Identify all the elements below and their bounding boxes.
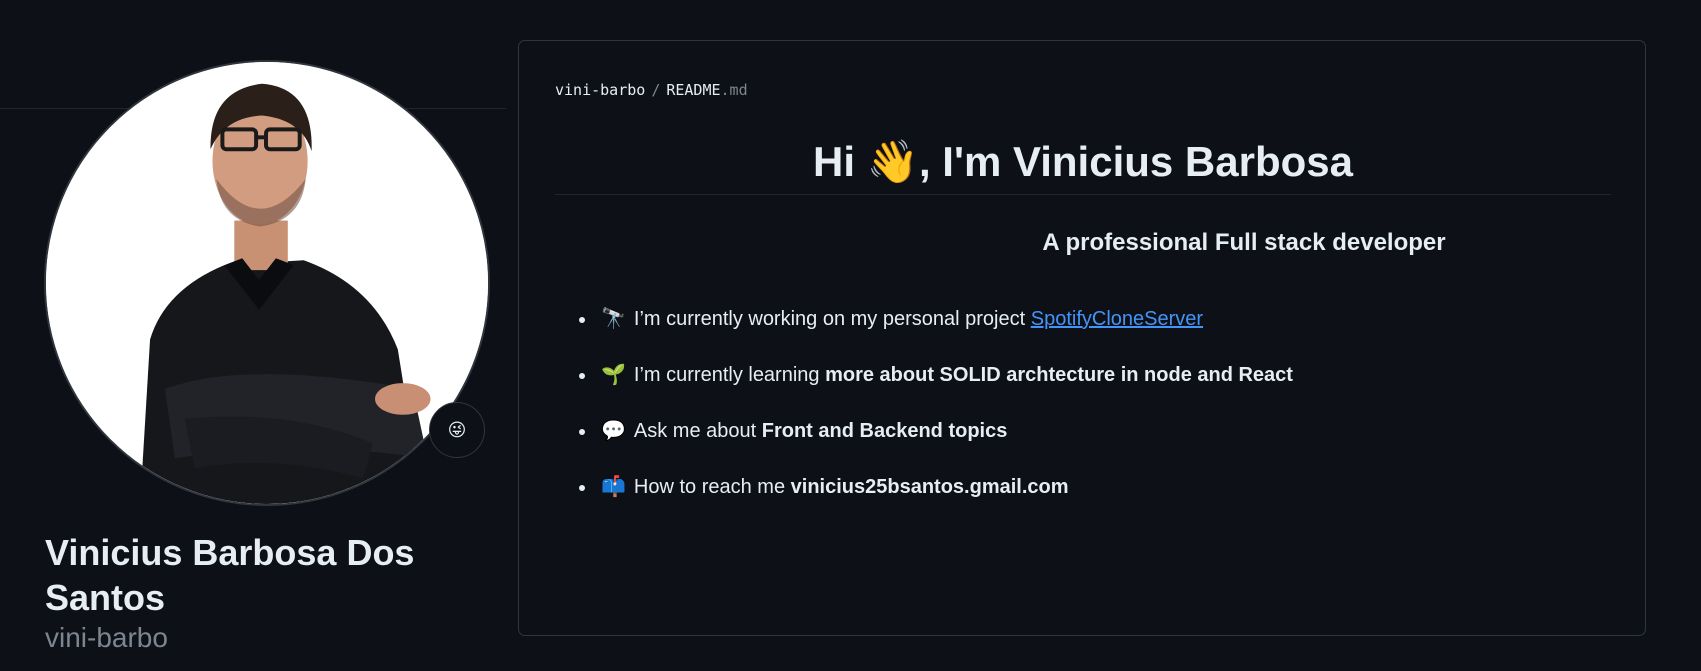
list-item-text: Ask me about: [633, 420, 762, 442]
status-emoji-icon: 😜: [447, 419, 467, 440]
list-item: 💬 Ask me about Front and Backend topics: [579, 417, 1293, 473]
contact-email: vinicius25bsantos.gmail.com: [790, 476, 1069, 498]
list-item: 📫 How to reach me vinicius25bsantos.gmail…: [579, 473, 1293, 529]
list-item-bold: Front and Backend topics: [761, 420, 1008, 442]
mailbox-icon: 📫: [601, 476, 626, 498]
speech-bubble-icon: 💬: [601, 420, 626, 442]
list-item-text: I’m currently working on my personal pro…: [633, 308, 1031, 330]
list-item-text: How to reach me: [633, 476, 791, 498]
readme-subtitle: A professional Full stack developer: [1042, 229, 1446, 256]
person-photo-icon: [46, 62, 488, 504]
readme-path-file: README: [666, 81, 721, 99]
readme-path-separator: /: [651, 81, 661, 99]
readme-breadcrumb: vini-barbo / README.md: [555, 81, 748, 99]
list-item: 🔭 I’m currently working on my personal pr…: [579, 305, 1293, 361]
list-item-bold: more about SOLID archtecture in node and…: [825, 364, 1293, 386]
readme-path-ext: .md: [720, 81, 748, 99]
title-divider: [555, 194, 1611, 195]
list-item: 🌱 I’m currently learning more about SOLID…: [579, 361, 1293, 417]
readme-path-user-link[interactable]: vini-barbo: [555, 81, 645, 99]
profile-login: vini-barbo: [45, 622, 168, 653]
status-emoji-button[interactable]: 😜: [429, 402, 485, 458]
profile-full-name: Vinicius Barbosa Dos Santos: [45, 532, 415, 618]
avatar[interactable]: [44, 60, 490, 506]
readme-bullet-list: 🔭 I’m currently working on my personal pr…: [579, 305, 1293, 529]
seedling-icon: 🌱: [601, 364, 626, 386]
list-item-text: I’m currently learning: [633, 364, 826, 386]
readme-title: Hi 👋, I'm Vinicius Barbosa: [813, 138, 1353, 185]
telescope-icon: 🔭: [601, 308, 626, 330]
readme-panel: vini-barbo / README.md Hi 👋, I'm Vinicius …: [518, 40, 1646, 636]
spotify-clone-server-link[interactable]: SpotifyCloneServer: [1031, 308, 1203, 330]
